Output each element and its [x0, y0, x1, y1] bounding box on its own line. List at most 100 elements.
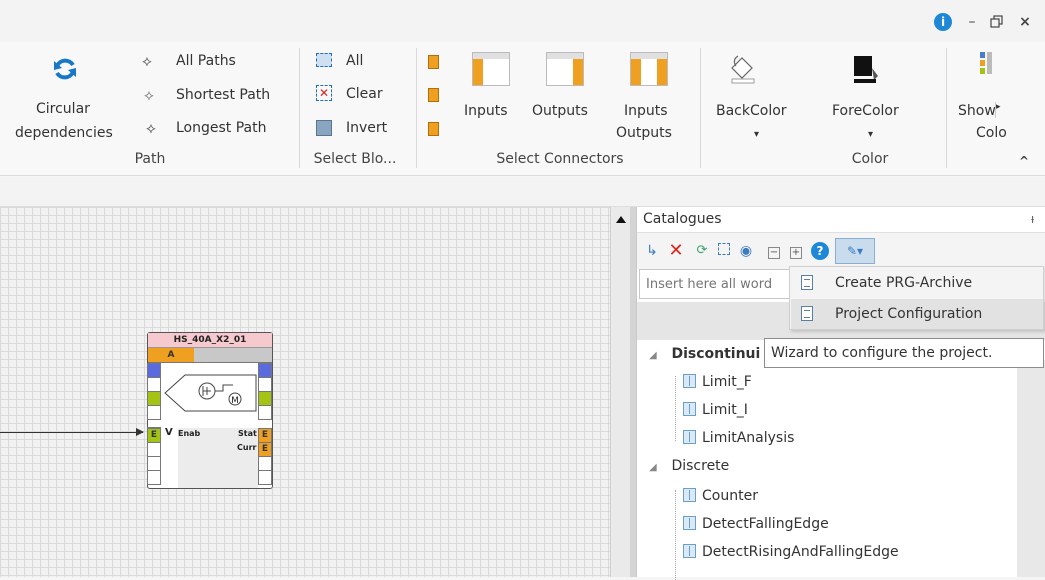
scroll-up-icon[interactable]	[614, 213, 628, 227]
port-right-blue[interactable]	[258, 363, 272, 378]
pin-icon[interactable]: ᵼ	[1031, 211, 1034, 227]
color-group-label: Color	[851, 151, 889, 167]
canvas-vertical-scrollbar[interactable]	[610, 207, 630, 577]
tree-folder-discontinuities[interactable]: ◢ Discontinui	[649, 340, 760, 368]
document-icon	[801, 306, 813, 321]
forecolor-button[interactable]: ForeColor ▾	[818, 48, 904, 148]
catalogue-tree: ◢ Discontinui Limit_F Limit_I LimitAnaly…	[637, 340, 1017, 580]
project-tools-dropdown-icon[interactable]: ✎▾	[835, 238, 875, 264]
menu-item-create-prg-archive[interactable]: Create PRG-Archive	[791, 268, 1043, 298]
minimize-button[interactable]: –	[965, 12, 979, 32]
block-curr-label: Curr	[237, 443, 257, 452]
connector-small-icon-3[interactable]	[428, 122, 439, 136]
tree-folder-label: Discontinui	[671, 346, 761, 362]
port-right-white[interactable]	[258, 456, 272, 471]
circular-dependencies-button[interactable]: Circular dependencies	[14, 48, 114, 144]
all-paths-button[interactable]: ⟡ All Paths	[142, 50, 282, 74]
inputs-label: Inputs	[464, 103, 508, 119]
connector-small-icon-1[interactable]	[428, 55, 439, 69]
select-all-label: All	[346, 53, 364, 69]
shortest-path-button[interactable]: ⟡ Shortest Path	[142, 84, 287, 108]
tree-item-label: Limit_F	[702, 374, 752, 390]
port-left-blue[interactable]	[147, 363, 161, 378]
show-color-label-1: Show	[958, 103, 996, 119]
function-block[interactable]: HS_40A_X2_01 A E E E M V Enab Stat Curr	[147, 332, 273, 489]
tree-item-limit-analysis[interactable]: LimitAnalysis	[683, 424, 794, 452]
select-invert-label: Invert	[346, 120, 388, 136]
function-block-icon	[683, 488, 696, 502]
motor-driver-symbol-icon: M	[164, 374, 257, 412]
tree-expander-icon[interactable]: ◢	[649, 454, 659, 482]
tree-expander-icon[interactable]: ◢	[649, 342, 659, 370]
port-right-white[interactable]	[258, 470, 272, 485]
drawing-canvas[interactable]	[0, 207, 610, 577]
tree-item-label: LimitAnalysis	[702, 430, 795, 446]
tree-item-counter[interactable]: Counter	[683, 482, 758, 510]
backcolor-label: BackColor	[716, 103, 787, 119]
select-icon[interactable]	[715, 242, 733, 260]
select-invert-button[interactable]: Invert	[316, 117, 396, 141]
tree-item-detect-falling-edge[interactable]: DetectFallingEdge	[683, 510, 829, 538]
expand-all-icon[interactable]: +	[787, 242, 805, 260]
view-icon[interactable]: ◉	[737, 242, 755, 260]
catalogues-header: Catalogues ᵼ	[637, 207, 1045, 233]
block-enab-label: Enab	[178, 429, 201, 438]
port-right-white[interactable]	[258, 405, 272, 420]
help-icon[interactable]: ?	[811, 242, 829, 260]
port-right-white[interactable]	[258, 377, 272, 392]
import-icon[interactable]: ↳	[643, 242, 661, 260]
port-left-green[interactable]	[147, 391, 161, 406]
inputs-outputs-button[interactable]: Inputs Outputs	[616, 48, 686, 144]
port-left-white[interactable]	[147, 456, 161, 471]
collapse-all-icon[interactable]: −	[765, 242, 783, 260]
select-clear-label: Clear	[346, 86, 383, 102]
ribbon-collapse-button[interactable]: ^	[1016, 154, 1032, 170]
select-all-button[interactable]: All	[316, 50, 396, 74]
brush-icon	[854, 56, 878, 83]
delete-icon[interactable]: ✕	[667, 242, 685, 260]
restore-button[interactable]	[988, 12, 1006, 32]
select-connectors-group-label: Select Connectors	[496, 151, 624, 167]
select-clear-button[interactable]: ✕ Clear	[316, 83, 396, 107]
path-group-label: Path	[134, 151, 166, 167]
tree-item-limit-i[interactable]: Limit_I	[683, 396, 748, 424]
tree-item-label: DetectRisingAndFallingEdge	[702, 544, 899, 560]
catalogues-title: Catalogues	[643, 211, 722, 227]
tree-item-label: Counter	[702, 488, 758, 504]
port-left-white[interactable]	[147, 405, 161, 420]
longest-path-button[interactable]: ⟡ Longest Path	[142, 117, 287, 141]
clear-icon: ✕	[316, 85, 332, 101]
refresh-icon[interactable]: ⟳	[693, 242, 711, 260]
catalogues-panel: Catalogues ᵼ ↳ ✕ ⟳ ◉ − + ? ✎▾ ◢ Disconti…	[636, 207, 1045, 580]
tree-folder-discrete[interactable]: ◢ Discrete	[649, 452, 729, 480]
port-left-enable[interactable]: E	[147, 428, 161, 443]
port-right-curr[interactable]: E	[258, 442, 272, 457]
tree-line	[675, 490, 676, 580]
port-left-white[interactable]	[147, 470, 161, 485]
function-block-icon	[683, 374, 696, 388]
menu-item-label: Project Configuration	[835, 306, 983, 322]
close-button[interactable]: ×	[1017, 12, 1033, 32]
ribbon-separator	[946, 48, 947, 168]
forecolor-label: ForeColor	[832, 103, 899, 119]
ribbon-overflow-icon[interactable]: ▸	[995, 102, 1003, 118]
function-block-icon	[683, 430, 696, 444]
port-left-white[interactable]	[147, 377, 161, 392]
inputs-outputs-label-1: Inputs	[624, 103, 668, 119]
catalogues-search-input[interactable]	[639, 269, 791, 299]
backcolor-button[interactable]: BackColor ▾	[716, 48, 802, 148]
function-block-icon	[683, 544, 696, 558]
show-color-button[interactable]: Show Colo	[952, 48, 1012, 144]
outputs-button[interactable]: Outputs	[532, 48, 602, 140]
tree-folder-label: Discrete	[671, 458, 730, 474]
inputs-button[interactable]: Inputs	[464, 48, 524, 140]
tree-item-detect-rising-and-falling-edge[interactable]: DetectRisingAndFallingEdge	[683, 538, 899, 566]
tree-vertical-scrollbar[interactable]	[1017, 340, 1045, 577]
port-right-green[interactable]	[258, 391, 272, 406]
menu-item-project-configuration[interactable]: Project Configuration	[791, 299, 1043, 329]
info-icon[interactable]: i	[934, 13, 952, 31]
connector-small-icon-2[interactable]	[428, 88, 439, 102]
port-right-stat[interactable]: E	[258, 428, 272, 443]
tree-item-limit-f[interactable]: Limit_F	[683, 368, 752, 396]
port-left-white[interactable]	[147, 442, 161, 457]
